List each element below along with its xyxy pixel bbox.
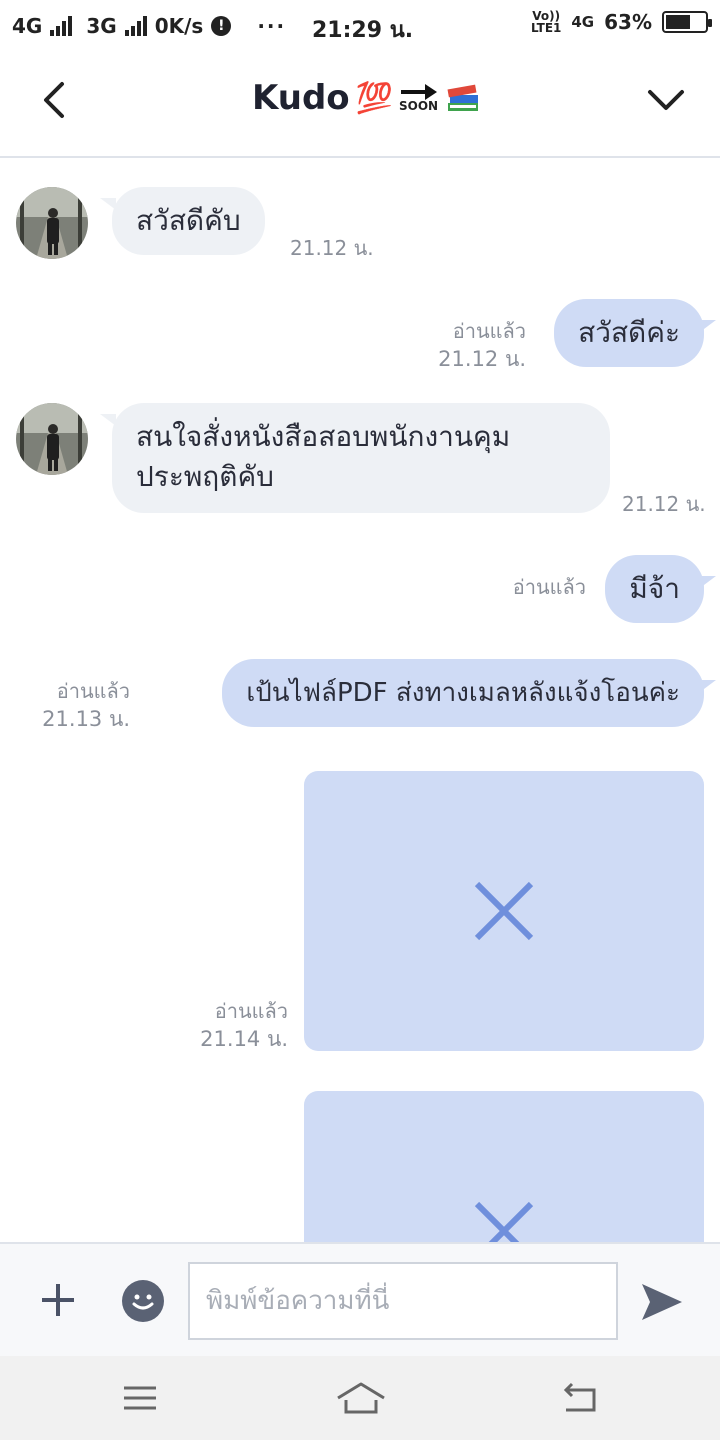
signal-icon-1 [50,16,73,36]
chat-header: Kudo 💯 SOON [0,52,720,158]
back-button[interactable] [34,76,78,124]
message-bubble[interactable]: สนใจสั่งหนังสือสอบพนักงานคุม ประพฤติคับ [112,403,610,513]
clock: 21:29 น. [312,18,414,43]
add-attachment-button[interactable] [38,1280,78,1320]
person-photo-icon [16,403,88,475]
read-receipt: อ่านแล้ว [512,575,586,599]
status-bar: 4G 3G 0K/s ! ··· 21:29 น. Vo)) LTE1 4G 6… [0,0,720,52]
image-failed-icon [474,881,534,941]
network-speed: 0K/s [154,14,204,38]
smiley-icon [132,1294,154,1310]
send-icon [642,1284,682,1320]
hundred-points-emoji: 💯 [355,80,394,116]
back-arrow-icon [563,1382,596,1412]
read-receipt: อ่านแล้ว [214,999,288,1023]
more-notifications-icon: ··· [257,14,287,38]
message-time: 21.13 น. [42,707,130,731]
read-receipt: อ่านแล้ว [452,319,526,343]
chevron-left-icon [44,82,64,118]
menu-icon [124,1386,156,1410]
system-nav-bar [0,1356,720,1440]
soon-arrow-emoji: SOON [399,84,438,112]
bubble-tail [700,320,716,332]
network-type-1: 4G [12,14,43,38]
message-text: สวัสดีคับ [136,204,241,237]
send-button[interactable] [640,1280,684,1324]
message-text-line: สนใจสั่งหนังสือสอบพนักงานคุม [136,420,511,453]
books-icon [447,84,479,111]
image-message[interactable] [304,1091,704,1242]
emoji-button[interactable] [122,1280,164,1322]
message-text: เป้นไฟล์PDF ส่งทางเมลหลังแจ้งโอนค่ะ [246,678,680,708]
plus-icon [42,1284,74,1316]
chevron-down-icon [648,90,684,110]
message-input[interactable] [188,1262,618,1340]
signal-icon-2 [124,16,147,36]
message-time: 21.14 น. [200,1027,288,1051]
message-bubble[interactable]: มีจ้า [605,555,704,623]
home-icon [337,1382,385,1414]
person-photo-icon [16,187,88,259]
arrow-right-icon [400,84,437,100]
message-list[interactable]: สวัสดีคับ 21.12 น. สวัสดีค่ะ อ่านแล้ว 21… [0,160,720,1242]
image-failed-icon [474,1201,534,1242]
chat-title[interactable]: Kudo 💯 SOON [252,78,482,118]
read-receipt: อ่านแล้ว [56,679,130,703]
message-bubble[interactable]: สวัสดีคับ [112,187,265,255]
battery-percent: 63% [604,10,652,34]
message-bubble[interactable]: สวัสดีค่ะ [554,299,704,367]
image-message[interactable] [304,771,704,1051]
message-bubble[interactable]: เป้นไฟล์PDF ส่งทางเมลหลังแจ้งโอนค่ะ [222,659,704,727]
recent-apps-button[interactable] [120,1378,160,1418]
menu-dropdown-button[interactable] [646,80,686,120]
bubble-tail [700,680,716,692]
avatar[interactable] [16,187,88,259]
message-time: 21.12 น. [438,347,526,371]
message-text-line: ประพฤติคับ [136,460,274,493]
message-text: สวัสดีค่ะ [578,316,680,349]
message-meta: อ่านแล้ว 21.13 น. [40,677,130,733]
bubble-tail [700,576,716,588]
network-type-2: 3G [86,14,117,38]
back-nav-button[interactable] [560,1378,600,1418]
avatar[interactable] [16,403,88,475]
volte-indicator: Vo)) LTE1 [530,9,562,35]
message-meta: อ่านแล้ว 21.12 น. [438,317,526,373]
message-text: มีจ้า [629,572,680,605]
contact-name: Kudo [252,78,350,118]
network-type-3: 4G [571,13,595,31]
home-button[interactable] [336,1378,386,1418]
message-time: 21.12 น. [622,492,706,516]
message-composer [0,1242,720,1356]
message-time: 21.12 น. [290,236,374,260]
battery-icon [662,11,712,33]
alert-icon: ! [211,16,232,36]
message-meta: อ่านแล้ว 21.14 น. [196,997,288,1053]
